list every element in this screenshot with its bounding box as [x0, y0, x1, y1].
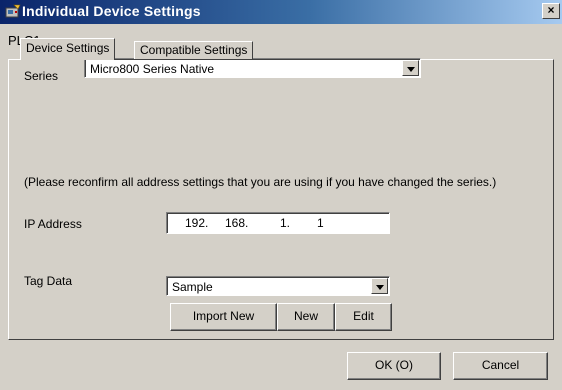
ip-address-label: IP Address [24, 217, 82, 231]
chevron-down-icon [407, 67, 415, 72]
tag-data-select[interactable]: Sample [166, 276, 390, 296]
tab-compatible-settings[interactable]: Compatible Settings [134, 41, 254, 59]
series-dropdown-button[interactable] [402, 60, 419, 76]
series-value: Micro800 Series Native [90, 62, 215, 76]
tab-control: Series Micro800 Series Native (Please re… [8, 38, 554, 340]
app-icon [5, 3, 21, 19]
ip-octet-2: 168. [225, 216, 249, 230]
close-button[interactable]: × [542, 3, 560, 19]
series-select[interactable]: Micro800 Series Native [84, 58, 421, 78]
reconfirm-note: (Please reconfirm all address settings t… [24, 175, 497, 189]
ip-octet-1: 192. [185, 216, 209, 230]
cancel-button[interactable]: Cancel [453, 352, 548, 380]
device-settings-panel: Series Micro800 Series Native (Please re… [8, 58, 554, 340]
edit-button[interactable]: Edit [335, 303, 392, 331]
tag-data-value: Sample [172, 280, 213, 294]
new-button[interactable]: New [277, 303, 335, 331]
ip-address-field[interactable]: 192. 168. 1. 1 [166, 212, 390, 234]
ip-octet-3: 1. [280, 216, 291, 230]
ip-octet-4: 1 [317, 216, 324, 230]
window-title: Individual Device Settings [22, 3, 201, 19]
tag-data-label: Tag Data [24, 274, 73, 288]
ok-button[interactable]: OK (O) [347, 352, 441, 380]
title-bar[interactable]: Individual Device Settings × [0, 0, 562, 24]
tab-device-settings[interactable]: Device Settings [20, 38, 116, 60]
tag-data-dropdown-button[interactable] [371, 278, 388, 294]
import-new-button[interactable]: Import New [170, 303, 277, 331]
dialog-window: Individual Device Settings × PLC1 Series… [0, 0, 562, 390]
chevron-down-icon [376, 285, 384, 290]
series-label: Series [24, 69, 59, 83]
